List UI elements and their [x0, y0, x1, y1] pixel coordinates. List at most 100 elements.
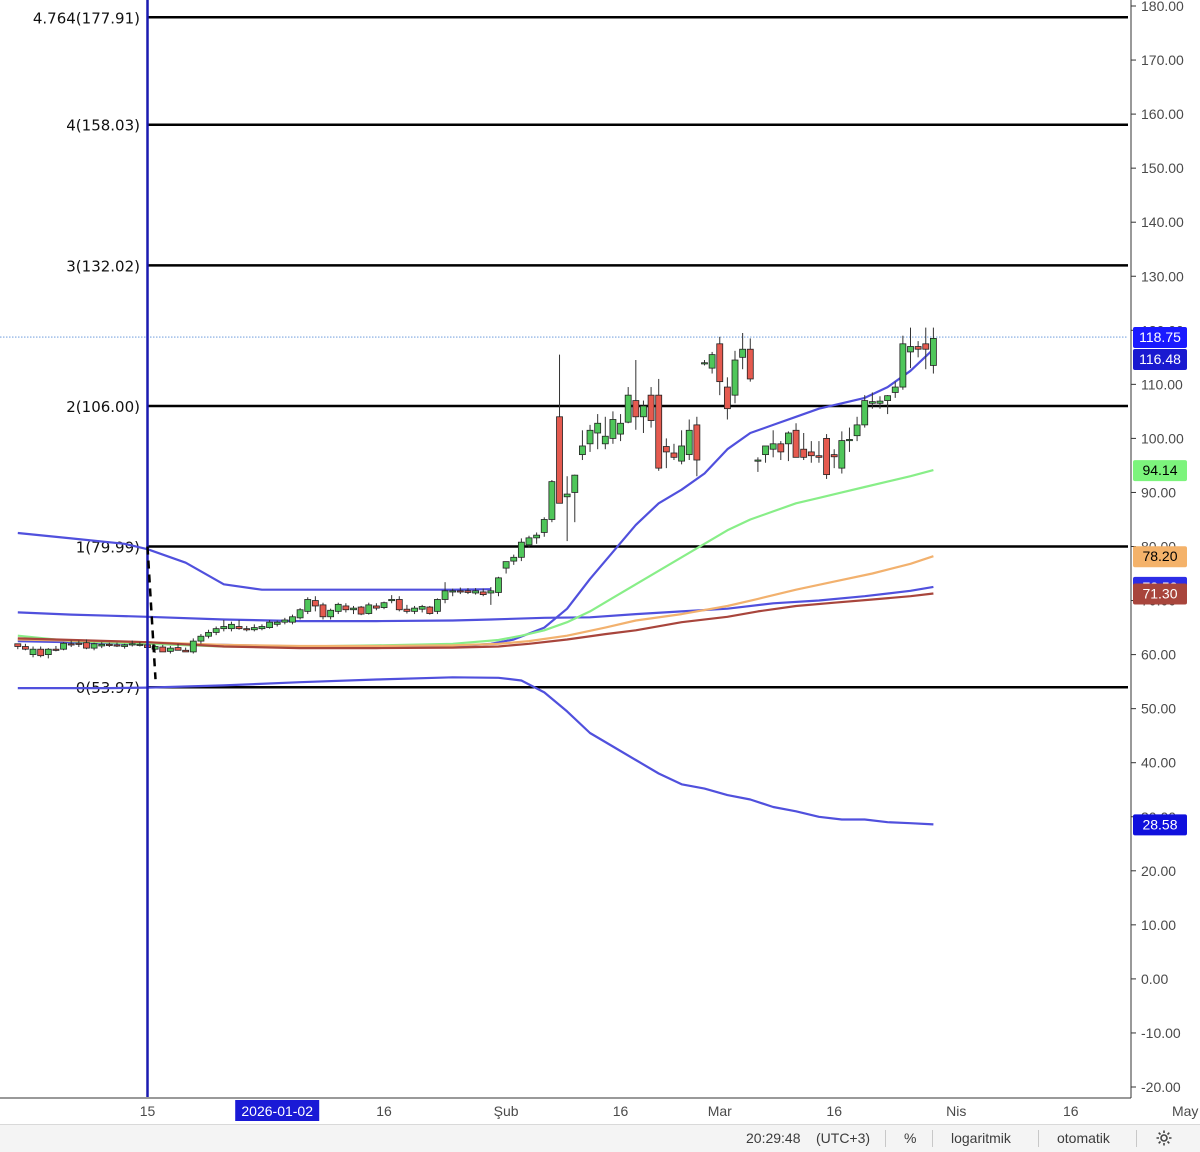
candle-up — [907, 346, 914, 353]
candle-down — [174, 647, 182, 651]
candle-up — [624, 394, 632, 423]
candle-up — [289, 616, 296, 623]
candle-up — [365, 604, 373, 614]
candle-down — [792, 429, 800, 458]
candle-up — [563, 493, 571, 498]
candle-up — [739, 348, 747, 358]
candle-down — [403, 608, 411, 612]
candle-up — [273, 621, 281, 625]
candle-up — [334, 603, 342, 612]
fib-label: 4.764(177.91) — [33, 9, 140, 27]
candle-up — [502, 561, 510, 569]
candle-up — [98, 643, 106, 647]
candle-down — [464, 590, 472, 593]
auto-toggle[interactable]: otomatik — [1057, 1130, 1110, 1146]
price-badge-label: 78.20 — [1142, 548, 1177, 564]
candle-up — [166, 647, 174, 652]
candle-up — [441, 590, 449, 600]
candle-up — [60, 642, 67, 650]
candle-up — [487, 590, 495, 594]
candle-down — [372, 605, 380, 609]
candle-down — [22, 646, 29, 650]
time-axis-label: Nis — [946, 1103, 966, 1119]
price-chart[interactable]: 4.764(177.91) 4(158.03) 3(132.02) 2(106.00)… — [0, 0, 1200, 1124]
percent-toggle[interactable]: % — [904, 1130, 916, 1146]
axis-tick-label: 160.00 — [1141, 106, 1184, 122]
candle-down — [395, 599, 403, 611]
candle-up — [640, 405, 647, 418]
candle-up — [197, 635, 205, 642]
log-toggle[interactable]: logaritmik — [951, 1130, 1011, 1146]
axis-tick-label: 150.00 — [1141, 160, 1184, 176]
candle-up — [685, 429, 693, 456]
time-axis-label: Mar — [708, 1103, 732, 1119]
candle-up — [128, 643, 136, 646]
axis-tick-label: 130.00 — [1141, 268, 1184, 284]
candle-up — [212, 628, 220, 633]
candle-down — [67, 643, 75, 646]
candle-up — [861, 400, 869, 426]
candle-down — [800, 448, 808, 458]
price-badge-label: 94.14 — [1142, 462, 1177, 478]
fib-label: 4(158.03) — [66, 117, 140, 135]
candle-up — [899, 343, 907, 388]
candle-up — [296, 609, 304, 619]
candle-up — [884, 395, 892, 401]
candle-up — [350, 607, 357, 611]
candle-up — [29, 648, 37, 656]
candle-up — [754, 459, 762, 462]
candle-up — [846, 439, 853, 442]
candle-up — [731, 359, 739, 396]
candle-up — [266, 621, 273, 628]
candle-up — [708, 354, 716, 369]
candle-up — [281, 619, 289, 623]
axis-tick-label: 0.00 — [1141, 971, 1168, 987]
candle-up — [609, 419, 617, 439]
axis-tick-label: 10.00 — [1141, 917, 1176, 933]
time-axis-label: Şub — [494, 1103, 519, 1119]
candle-up — [44, 648, 52, 656]
candle-down — [456, 590, 464, 593]
chart-background — [0, 0, 1200, 1124]
candle-up — [380, 602, 388, 608]
candle-down — [357, 606, 365, 615]
candle-up — [579, 445, 586, 456]
price-badge-label: 118.75 — [1139, 329, 1181, 345]
candle-down — [723, 386, 731, 410]
candle-up — [571, 474, 579, 493]
gear-icon[interactable] — [1155, 1129, 1173, 1152]
candle-down — [75, 642, 83, 645]
candle-down — [670, 452, 678, 458]
fib-label: 3(132.02) — [66, 257, 140, 275]
candle-down — [235, 626, 243, 630]
candle-up — [304, 599, 312, 612]
candle-down — [746, 348, 754, 380]
candle-up — [189, 640, 197, 653]
axis-tick-label: 20.00 — [1141, 863, 1176, 879]
candle-up — [838, 440, 846, 469]
candle-down — [243, 628, 251, 631]
candle-up — [929, 338, 937, 366]
axis-tick-label: 180.00 — [1141, 0, 1184, 14]
candle-up — [388, 599, 396, 602]
candle-up — [525, 537, 533, 546]
candle-up — [617, 422, 624, 435]
candle-down — [777, 443, 785, 453]
axis-tick-label: 50.00 — [1141, 701, 1176, 717]
axis-tick-label: 100.00 — [1141, 430, 1184, 446]
candle-up — [228, 623, 235, 630]
candle-up — [220, 626, 228, 630]
candle-down — [113, 644, 121, 647]
candle-up — [548, 481, 556, 520]
candle-up — [411, 607, 418, 612]
candle-down — [922, 343, 930, 350]
price-badge-label: 71.30 — [1142, 586, 1177, 602]
candle-up — [434, 599, 441, 612]
candle-down — [655, 394, 663, 469]
axis-tick-label: 40.00 — [1141, 755, 1176, 771]
candle-down — [479, 591, 487, 596]
clock-time: 20:29:48 — [746, 1130, 801, 1146]
axis-tick-label: 90.00 — [1141, 484, 1176, 500]
candle-down — [37, 648, 45, 657]
candle-up — [868, 401, 876, 404]
